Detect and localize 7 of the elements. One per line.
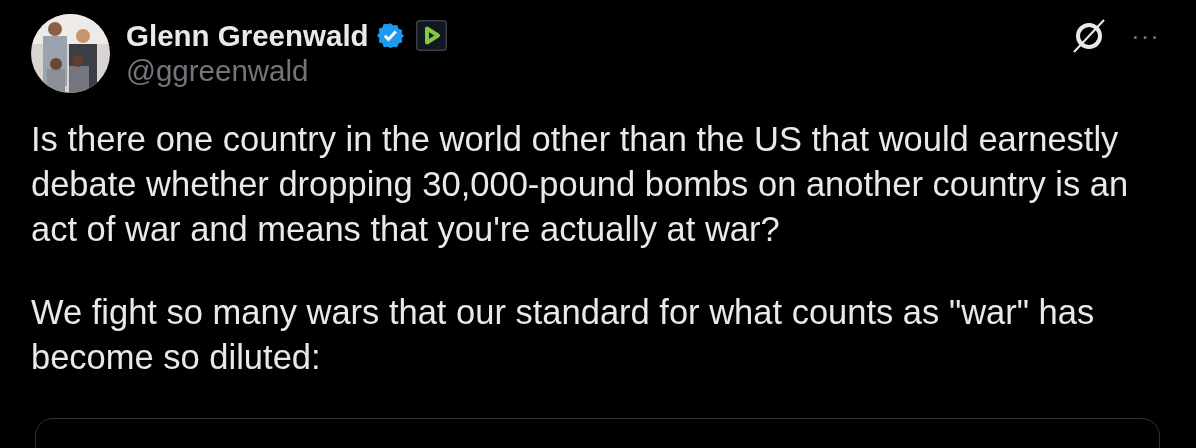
play-badge-icon <box>415 20 447 52</box>
slashed-circle-icon[interactable] <box>1071 18 1107 54</box>
tweet-text: Is there one country in the world other than the US that would earnestly debate whether dropping 30,000-pound bombs on another country is an act of war and means that you're actually at war? <box>31 119 1130 250</box>
author-handle[interactable]: @ggreenwald <box>126 53 447 89</box>
author-name[interactable]: Glenn Greenwald <box>126 18 369 54</box>
more-options-button[interactable]: ··· <box>1131 23 1160 49</box>
tweet-text: We fight so many wars that our standard for what counts as "war" has become so diluted: <box>31 292 1096 378</box>
